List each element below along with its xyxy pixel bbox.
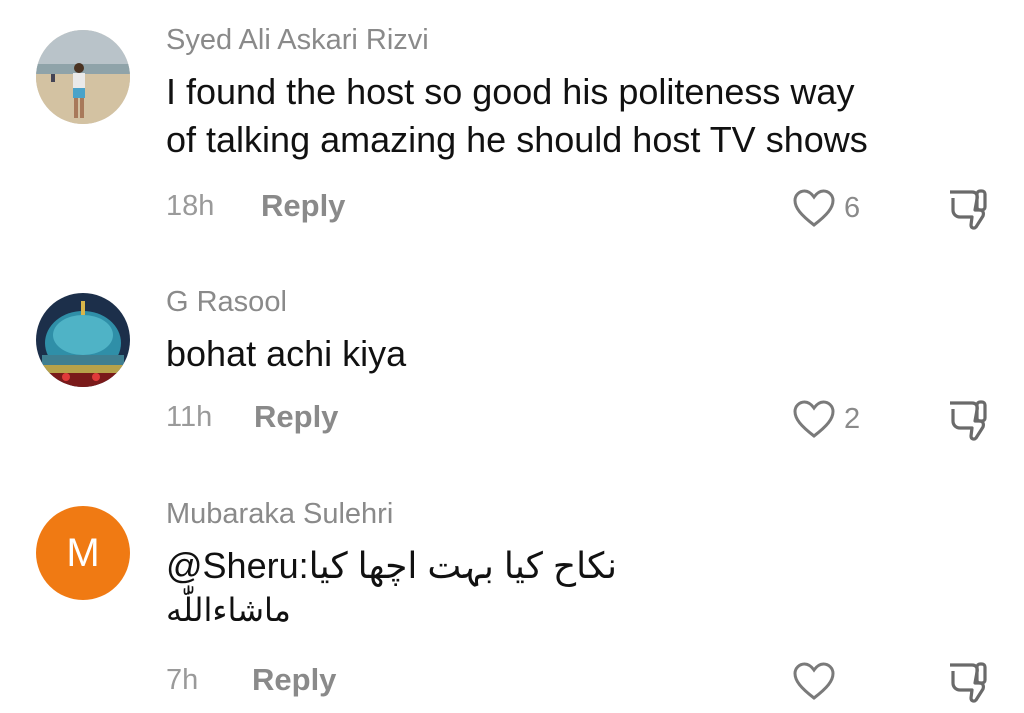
dislike-button[interactable] (944, 659, 990, 708)
comment-text-line: I found the host so good his politeness … (166, 71, 855, 112)
timestamp: 7h (166, 664, 199, 696)
author-name[interactable]: Syed Ali Askari Rizvi (166, 24, 429, 57)
comment-text-line: ماشاءاللّٰه (166, 592, 291, 628)
reply-button[interactable]: Reply (252, 662, 336, 698)
avatar[interactable]: M (36, 506, 130, 600)
dislike-button[interactable] (944, 397, 990, 446)
dislike-button[interactable] (944, 186, 990, 235)
author-name[interactable]: G Rasool (166, 286, 287, 319)
like-count: 2 (844, 402, 861, 435)
avatar-letter: M (66, 530, 100, 575)
avatar[interactable] (36, 293, 130, 387)
author-name[interactable]: Mubaraka Sulehri (166, 498, 393, 531)
like-count: 6 (844, 191, 861, 224)
heart-icon (793, 189, 835, 227)
reply-button[interactable]: Reply (254, 399, 338, 435)
heart-icon (793, 400, 835, 438)
heart-icon (793, 662, 835, 700)
avatar-photo-dome (36, 293, 130, 387)
reply-button[interactable]: Reply (261, 188, 345, 224)
thumbs-down-icon (950, 189, 987, 230)
like-button[interactable]: 2 (792, 399, 860, 439)
comment-text-line: bohat achi kiya (166, 333, 407, 374)
timestamp: 18h (166, 190, 215, 222)
comment-text-line: @Sheru:نکاح کیا بہت اچھا کیا (166, 545, 617, 586)
thumbs-down-icon (950, 400, 987, 441)
avatar[interactable] (36, 30, 130, 124)
timestamp: 11h (166, 401, 213, 433)
like-button[interactable]: 6 (792, 188, 860, 228)
like-button[interactable] (792, 661, 844, 701)
thumbs-down-icon (950, 662, 987, 703)
comment-text-line: of talking amazing he should host TV sho… (166, 119, 868, 160)
avatar-photo-beach (36, 30, 130, 124)
